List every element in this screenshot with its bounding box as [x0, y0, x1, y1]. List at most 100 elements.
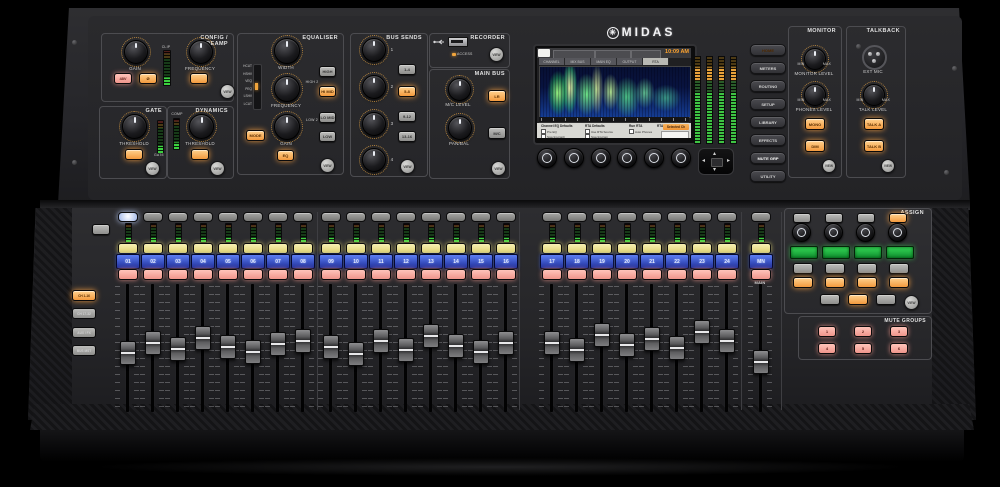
fader[interactable] [418, 282, 442, 414]
display-encoder-6[interactable] [671, 148, 691, 168]
mute-button[interactable] [692, 269, 712, 280]
mute-button[interactable] [243, 269, 263, 280]
fader[interactable] [215, 282, 239, 414]
solo-button[interactable] [751, 243, 771, 254]
bus-send-knob-4[interactable] [362, 148, 386, 172]
assign-button-amber-4[interactable] [889, 277, 909, 288]
fader-cap[interactable] [619, 333, 635, 357]
eq-band-button-hi-mid[interactable]: HI MID [319, 86, 336, 97]
layer-button-aux-fx[interactable]: AUX / FX [72, 327, 96, 338]
eq-frequency-knob[interactable] [274, 76, 300, 102]
select-button[interactable] [692, 212, 712, 222]
option-checkbox[interactable]: Spectrograph [541, 134, 565, 138]
select-button[interactable] [243, 212, 263, 222]
rta-source-dropdown[interactable]: Selected Ch [663, 124, 689, 130]
bus-range-button-13-16[interactable]: 13-16 [398, 131, 416, 142]
fader[interactable] [589, 282, 613, 414]
preamp-freq-button[interactable] [190, 73, 208, 84]
select-button[interactable] [496, 212, 516, 222]
menu-button-mute-grp[interactable]: MUTE GRP [750, 152, 786, 164]
talk-a-button[interactable]: TALK A [864, 118, 884, 130]
mute-button[interactable] [567, 269, 587, 280]
display-encoder-4[interactable] [617, 148, 637, 168]
solo-button[interactable] [346, 243, 366, 254]
fader-cap[interactable] [498, 331, 514, 355]
mute-group-button-4[interactable]: 4 [818, 343, 836, 354]
display-tab-main-eq[interactable]: MAIN EQ [591, 58, 617, 65]
fader[interactable] [368, 282, 392, 414]
assign-button-amber-3[interactable] [857, 277, 877, 288]
display-tab-rta[interactable]: RTA [643, 58, 669, 65]
assign-set-button-3[interactable] [857, 213, 875, 223]
mono-mc-button[interactable]: M/C [488, 127, 506, 139]
gain-knob[interactable] [124, 40, 148, 64]
select-button[interactable] [617, 212, 637, 222]
assign-set-button-1[interactable] [793, 213, 811, 223]
fader-cap[interactable] [594, 323, 610, 347]
menu-button-utility[interactable]: UTILITY [750, 170, 786, 182]
select-button[interactable] [471, 212, 491, 222]
mute-button[interactable] [496, 269, 516, 280]
bus-send-knob-1[interactable] [362, 38, 386, 62]
solo-button[interactable] [118, 243, 138, 254]
mute-button[interactable] [293, 269, 313, 280]
fader-cap[interactable] [669, 336, 685, 360]
assign-button-gray-4[interactable] [889, 263, 909, 274]
fader-cap[interactable] [220, 335, 236, 359]
phantom-48v-button[interactable]: 48V [114, 73, 132, 84]
mute-button[interactable] [268, 269, 288, 280]
fader-cap[interactable] [270, 332, 286, 356]
fader-cap[interactable] [195, 326, 211, 350]
solo-button[interactable] [143, 243, 163, 254]
select-button[interactable] [751, 212, 771, 222]
select-button[interactable] [542, 212, 562, 222]
fader[interactable] [290, 282, 314, 414]
solo-button[interactable] [396, 243, 416, 254]
mute-button[interactable] [218, 269, 238, 280]
display-encoder-2[interactable] [564, 148, 584, 168]
select-button[interactable] [218, 212, 238, 222]
fader[interactable] [714, 282, 738, 414]
phones-level-knob[interactable] [804, 84, 826, 106]
assign-button-gray-3[interactable] [857, 263, 877, 274]
fader-cap[interactable] [644, 327, 660, 351]
monitor-dim-button[interactable]: DIM [805, 140, 825, 152]
fader[interactable] [689, 282, 713, 414]
fader-cap[interactable] [694, 320, 710, 344]
fader-cap[interactable] [323, 335, 339, 359]
display-encoder-1[interactable] [537, 148, 557, 168]
talk-level-knob[interactable] [863, 84, 885, 106]
mute-button[interactable] [396, 269, 416, 280]
bus-send-knob-3[interactable] [362, 112, 386, 136]
assign-encoder-3[interactable] [856, 223, 875, 242]
select-button[interactable] [567, 212, 587, 222]
eq-band-button-low[interactable]: LOW [319, 131, 336, 142]
nav-right-icon[interactable]: ▸ [727, 158, 730, 164]
rta-source-dropdown2[interactable] [661, 131, 689, 138]
fader[interactable] [265, 282, 289, 414]
menu-button-meters[interactable]: METERS [750, 62, 786, 74]
fader[interactable] [639, 282, 663, 414]
solo-button[interactable] [542, 243, 562, 254]
fader-cap[interactable] [753, 350, 769, 374]
bus-range-button-9-12[interactable]: 9-12 [398, 111, 416, 122]
solo-button[interactable] [193, 243, 213, 254]
main-bus-view-button[interactable]: VIEW [491, 161, 506, 176]
solo-button[interactable] [717, 243, 737, 254]
select-button[interactable] [293, 212, 313, 222]
fader-cap[interactable] [120, 341, 136, 365]
fader-cap[interactable] [569, 338, 585, 362]
fader-cap[interactable] [544, 331, 560, 355]
nav-center-button[interactable] [711, 158, 723, 167]
fader[interactable] [115, 282, 139, 414]
solo-button[interactable] [321, 243, 341, 254]
recorder-view-button[interactable]: VIEW [489, 47, 504, 62]
fader-cap[interactable] [473, 340, 489, 364]
fader[interactable] [564, 282, 588, 414]
solo-button[interactable] [471, 243, 491, 254]
assign-button-gray-2[interactable] [825, 263, 845, 274]
solo-button[interactable] [642, 243, 662, 254]
mute-group-button-6[interactable]: 6 [890, 343, 908, 354]
dynamics-on-button[interactable] [191, 149, 209, 160]
mute-button[interactable] [346, 269, 366, 280]
